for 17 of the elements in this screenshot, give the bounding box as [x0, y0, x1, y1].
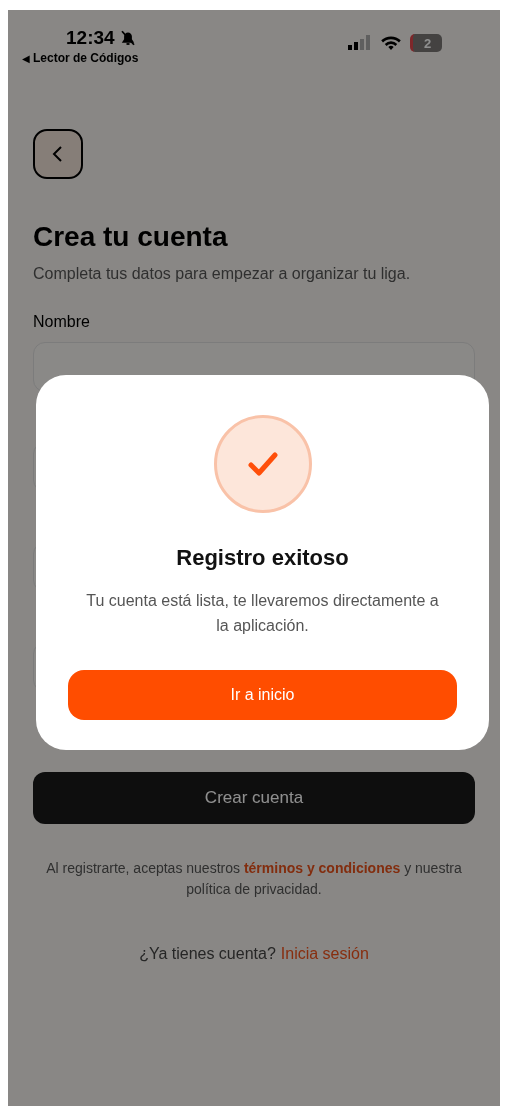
field-label: Nombre	[33, 312, 91, 332]
dialog-message: Tu cuenta está lista, te llevaremos directamente a la aplicación.	[85, 591, 440, 636]
clock-time: 12:34	[66, 28, 115, 47]
page-subtitle: Completa tus datos para empezar a organizar tu liga.	[33, 264, 412, 284]
chevron-left-icon	[51, 145, 65, 163]
create-account-button[interactable]: Crear cuenta	[33, 772, 475, 824]
back-arrow[interactable]: ◀	[22, 50, 30, 66]
legal-text: Al registrarte, aceptas nuestros términos y condiciones y nuestra política de privacidad.	[45, 859, 463, 899]
login-prompt: ¿Ya tienes cuenta?	[139, 944, 276, 964]
back-button[interactable]	[33, 129, 83, 179]
battery-indicator: 2	[410, 34, 442, 52]
go-home-button[interactable]: Ir a inicio	[68, 670, 457, 720]
back-app-link[interactable]: Lector de Códigos	[33, 49, 139, 67]
wifi-icon	[380, 35, 402, 51]
dialog-title: Registro exitoso	[176, 544, 349, 572]
signal-icon	[348, 35, 372, 51]
page-title: Crea tu cuenta	[33, 220, 229, 254]
